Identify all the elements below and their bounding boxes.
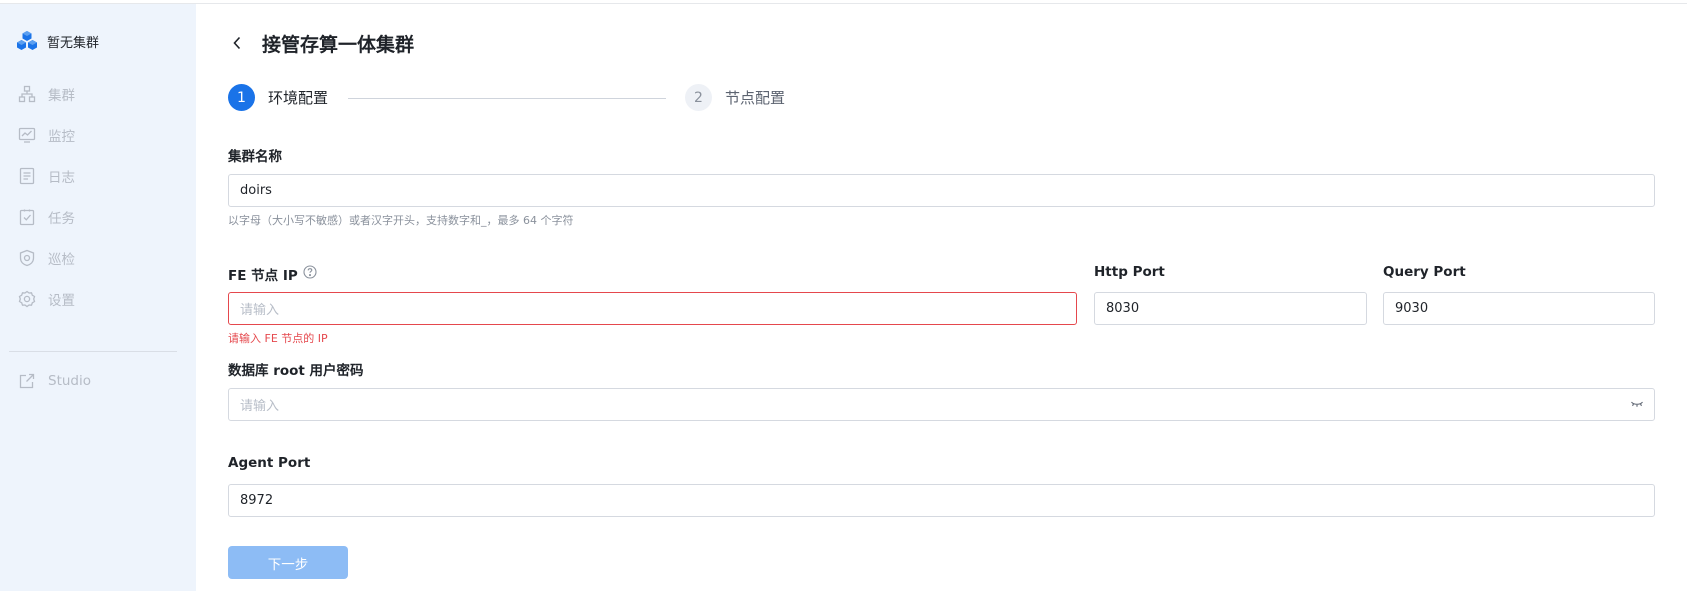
fe-ip-input[interactable]: 请输入 [228, 292, 1077, 325]
cluster-name-value: doirs [240, 183, 272, 198]
agent-port-input[interactable]: 8972 [228, 484, 1655, 517]
cluster-icon [18, 85, 36, 103]
sidebar-item-label: 日志 [48, 170, 75, 186]
eye-closed-icon[interactable] [1630, 398, 1644, 414]
step-connector [348, 98, 666, 99]
main-content: 接管存算一体集群 1 环境配置 2 节点配置 集群名称 doirs 以字母（大小… [196, 4, 1687, 591]
sidebar-item-label: 巡检 [48, 252, 75, 268]
sidebar-item-inspection[interactable]: 巡检 [18, 248, 75, 268]
agent-port-value: 8972 [240, 493, 274, 508]
fe-ip-placeholder: 请输入 [240, 303, 280, 318]
sidebar-item-task[interactable]: 任务 [18, 207, 75, 227]
task-icon [18, 208, 36, 226]
cluster-name-hint: 以字母（大小写不敏感）或者汉字开头，支持数字和_，最多 64 个字符 [228, 214, 574, 227]
current-cluster-name: 暂无集群 [47, 35, 100, 51]
sidebar-item-settings[interactable]: 设置 [18, 289, 75, 309]
fe-ip-error: 请输入 FE 节点的 IP [228, 332, 328, 345]
sidebar-item-studio[interactable]: Studio [18, 372, 91, 390]
http-port-input[interactable]: 8030 [1094, 292, 1367, 325]
back-button[interactable] [229, 34, 245, 54]
monitor-icon [18, 126, 36, 144]
sidebar-divider [9, 351, 177, 352]
cluster-switcher[interactable]: 暂无集群 [16, 30, 99, 52]
step-number: 1 [228, 84, 255, 111]
root-password-label: 数据库 root 用户密码 [228, 359, 364, 379]
step-number: 2 [685, 84, 712, 111]
sidebar-item-label: 任务 [48, 211, 75, 227]
query-port-label-text: Query Port [1383, 264, 1466, 280]
query-port-input[interactable]: 9030 [1383, 292, 1655, 325]
query-port-value: 9030 [1395, 301, 1429, 316]
step-label: 环境配置 [268, 89, 329, 107]
sidebar-item-label: 监控 [48, 129, 75, 145]
sidebar-item-monitor[interactable]: 监控 [18, 125, 75, 145]
step-node: 2 节点配置 [685, 84, 785, 111]
sidebar-item-cluster[interactable]: 集群 [18, 84, 75, 104]
cluster-name-input[interactable]: doirs [228, 174, 1655, 207]
step-environment: 1 环境配置 [228, 84, 328, 111]
cluster-name-label-text: 集群名称 [228, 149, 282, 165]
agent-port-label: Agent Port [228, 455, 310, 471]
log-icon [18, 167, 36, 185]
sidebar-item-label: Studio [48, 373, 91, 389]
agent-port-label-text: Agent Port [228, 455, 311, 471]
sidebar-item-label: 集群 [48, 88, 75, 104]
gear-icon [18, 290, 36, 308]
http-port-label: Http Port [1094, 264, 1165, 280]
root-password-placeholder: 请输入 [240, 399, 280, 414]
root-password-input[interactable]: 请输入 [228, 388, 1655, 421]
sidebar-item-label: 设置 [48, 293, 75, 309]
step-label: 节点配置 [725, 89, 786, 107]
cluster-name-label: 集群名称 [228, 145, 282, 165]
chevron-left-icon [232, 35, 242, 54]
inspection-icon [18, 249, 36, 267]
question-circle-icon[interactable] [303, 265, 317, 283]
sidebar-item-log[interactable]: 日志 [18, 166, 75, 186]
fe-ip-label-text: FE 节点 IP [228, 268, 298, 284]
external-link-icon [18, 372, 36, 390]
page-title: 接管存算一体集群 [262, 34, 415, 56]
root-password-label-text: 数据库 root 用户密码 [228, 363, 364, 379]
sidebar: 暂无集群 集群 监控 日志 任务 巡检 设置 Studio [0, 4, 196, 591]
cubes-logo-icon [16, 30, 38, 52]
http-port-label-text: Http Port [1094, 264, 1165, 280]
query-port-label: Query Port [1383, 264, 1466, 280]
fe-ip-label: FE 节点 IP [228, 264, 317, 284]
next-step-button[interactable]: 下一步 [228, 546, 348, 579]
http-port-value: 8030 [1106, 301, 1140, 316]
